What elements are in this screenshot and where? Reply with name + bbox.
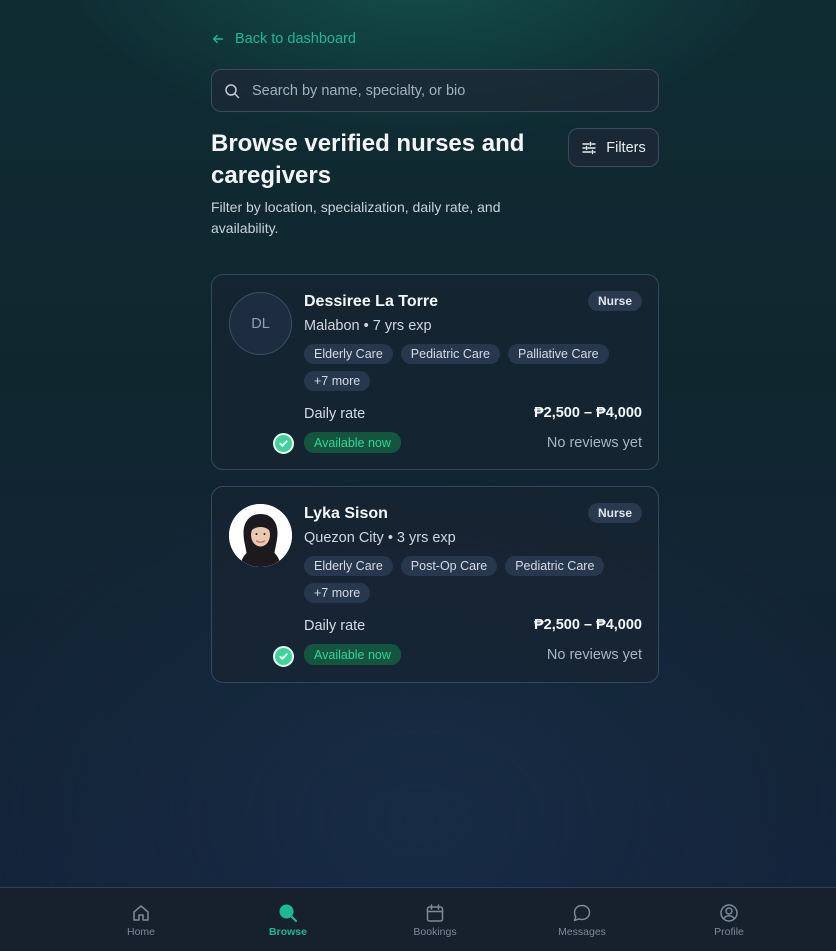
reviews-status: No reviews yet xyxy=(546,435,642,451)
search-bar[interactable] xyxy=(211,69,659,112)
filters-label: Filters xyxy=(606,139,646,156)
calendar-icon xyxy=(426,904,444,922)
daily-rate-label: Daily rate xyxy=(304,406,366,422)
role-badge: Nurse xyxy=(587,503,642,523)
nav-item-browse[interactable]: Browse xyxy=(228,888,348,951)
nav-label-bookings: Bookings xyxy=(413,926,457,938)
nav-label-browse: Browse xyxy=(269,926,307,938)
avatar-photo xyxy=(229,504,292,567)
daily-rate-label: Daily rate xyxy=(304,618,366,634)
nav-item-profile[interactable]: Profile xyxy=(669,888,789,951)
specialty-tag: Pediatric Care xyxy=(400,344,500,364)
specialty-tag: Pediatric Care xyxy=(505,556,605,576)
nav-item-bookings[interactable]: Bookings xyxy=(375,888,495,951)
verified-check-icon xyxy=(273,433,294,454)
caregiver-name: Lyka Sison xyxy=(304,505,388,522)
nav-label-messages: Messages xyxy=(558,926,606,938)
caregiver-card[interactable]: DL Dessiree La Torre Malabon • 7 yrs exp… xyxy=(211,274,659,470)
caregiver-location-experience: Malabon • 7 yrs exp xyxy=(304,318,432,334)
filters-button[interactable]: Filters xyxy=(568,128,659,167)
specialty-tag: Elderly Care xyxy=(304,556,393,576)
search-input[interactable] xyxy=(252,82,646,99)
page-title: Browse verified nurses and caregivers xyxy=(211,130,525,189)
caregiver-card[interactable]: Lyka Sison Quezon City • 3 yrs exp Nurse… xyxy=(211,486,659,683)
sliders-icon xyxy=(582,141,596,154)
specialty-tag: Elderly Care xyxy=(304,344,393,364)
nav-label-profile: Profile xyxy=(714,926,744,938)
more-tags-badge[interactable]: +7 more xyxy=(304,583,371,603)
availability-badge: Available now xyxy=(304,432,401,453)
chat-bubble-icon xyxy=(573,904,591,922)
search-icon xyxy=(279,904,298,923)
bottom-navigation: Home Browse Bookings Messages Profile xyxy=(0,887,836,951)
nav-label-home: Home xyxy=(126,926,155,938)
verified-check-icon xyxy=(273,646,294,667)
daily-rate-value: ₱2,500 – ₱4,000 xyxy=(533,617,642,633)
avatar-initials: DL xyxy=(229,292,292,355)
home-icon xyxy=(133,905,149,921)
daily-rate-value: ₱2,500 – ₱4,000 xyxy=(533,405,642,421)
nav-item-home[interactable]: Home xyxy=(81,888,201,951)
page-subtitle: Filter by location, specialization, dail… xyxy=(211,199,501,236)
back-to-dashboard-link[interactable]: Back to dashboard xyxy=(211,28,356,50)
specialty-tags: Elderly Care Post-Op Care Pediatric Care… xyxy=(304,556,644,603)
reviews-status: No reviews yet xyxy=(546,647,642,663)
search-icon xyxy=(225,83,240,98)
back-link-label: Back to dashboard xyxy=(235,31,356,47)
caregiver-location-experience: Quezon City • 3 yrs exp xyxy=(304,530,456,546)
arrow-left-icon xyxy=(212,34,224,44)
caregiver-name: Dessiree La Torre xyxy=(304,293,438,310)
specialty-tag: Post-Op Care xyxy=(400,556,498,576)
availability-badge: Available now xyxy=(304,644,401,665)
role-badge: Nurse xyxy=(587,291,642,311)
specialty-tag: Palliative Care xyxy=(507,344,609,364)
nav-item-messages[interactable]: Messages xyxy=(522,888,642,951)
specialty-tags: Elderly Care Pediatric Care Palliative C… xyxy=(304,344,644,391)
user-circle-icon xyxy=(720,904,738,922)
more-tags-badge[interactable]: +7 more xyxy=(304,371,371,391)
